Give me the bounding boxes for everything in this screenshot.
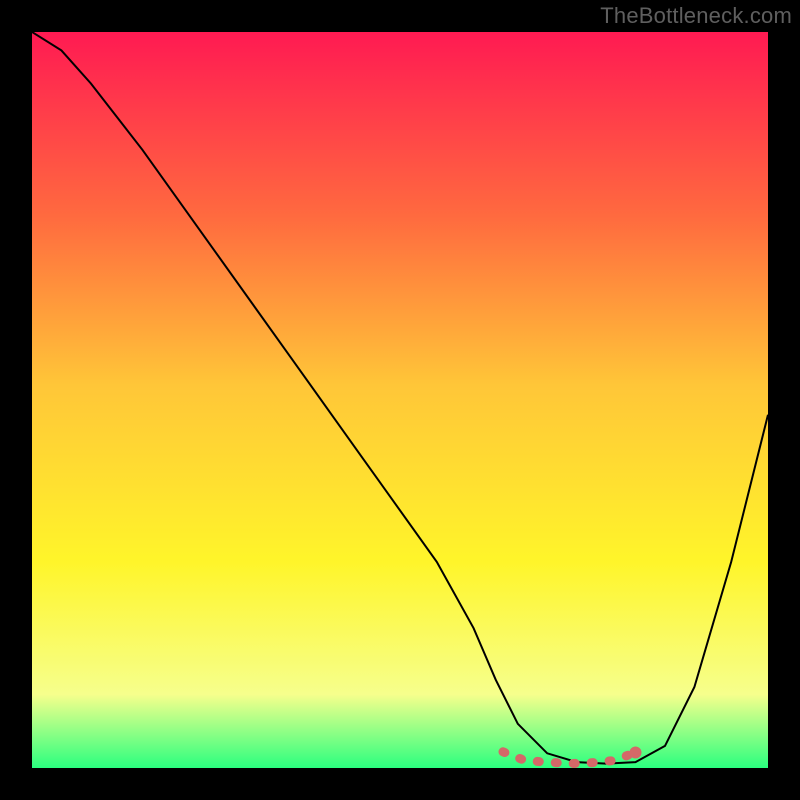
bottleneck-plot (32, 32, 768, 768)
gradient-background (32, 32, 768, 768)
watermark-text: TheBottleneck.com (600, 3, 792, 29)
optimal-end-marker (630, 747, 642, 759)
chart-canvas: TheBottleneck.com (0, 0, 800, 800)
